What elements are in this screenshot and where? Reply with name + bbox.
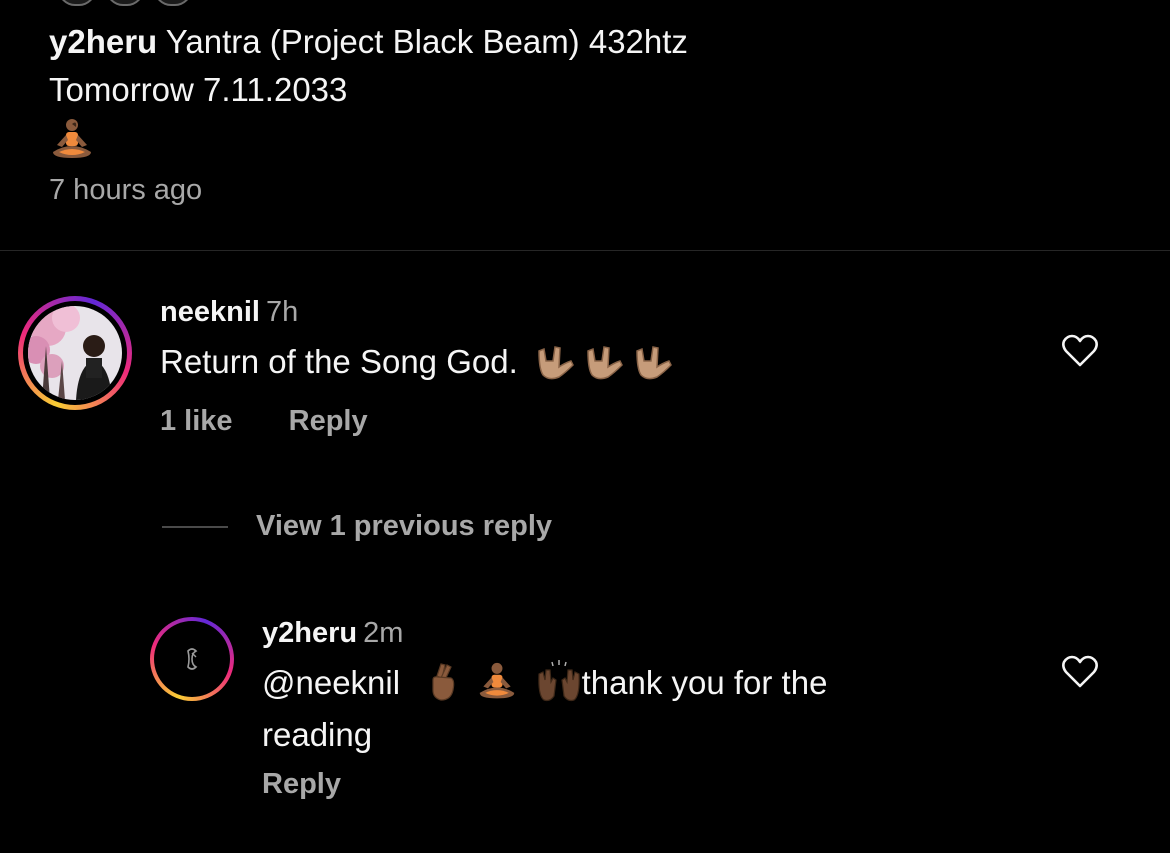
caption-timestamp: 7 hours ago <box>49 174 203 206</box>
avatar <box>106 0 144 6</box>
comment-text-row: Return of the Song God. <box>160 340 683 394</box>
avatar <box>154 0 192 6</box>
caption-line-2: Tomorrow 7.11.2033 <box>49 71 348 108</box>
comment-text: Return of the Song God. <box>160 343 518 380</box>
like-count[interactable]: 1 like <box>160 405 233 437</box>
avatar <box>28 306 122 400</box>
story-ring[interactable] <box>18 296 132 410</box>
liked-by-avatars[interactable] <box>58 0 192 6</box>
comment-timestamp: 7h <box>265 296 299 328</box>
thread-line <box>162 525 228 528</box>
avatar <box>58 0 96 6</box>
caption-username[interactable]: y2heru <box>49 23 157 60</box>
sign-of-the-horns-icon <box>535 341 683 394</box>
reply-timestamp: 2m <box>363 617 404 649</box>
reply-text: @neeknil thank you for the reading <box>262 660 1022 757</box>
heart-outline-icon[interactable] <box>1061 334 1099 368</box>
mention-link[interactable]: @neeknil <box>262 664 400 701</box>
post-caption: y2heru Yantra (Project Black Beam) 432ht… <box>49 18 1129 164</box>
person-in-lotus-position-icon <box>53 119 91 159</box>
reply-body-text-line2: reading <box>262 716 373 753</box>
comment-username[interactable]: neeknil <box>160 296 260 328</box>
avatar <box>158 625 226 693</box>
reply-body-text: thank you for the <box>581 664 828 701</box>
crossed-fingers-icon <box>427 662 459 713</box>
heart-outline-icon[interactable] <box>1061 655 1099 689</box>
view-previous-replies-button[interactable]: View 1 previous reply <box>162 510 552 543</box>
view-replies-label: View 1 previous reply <box>256 510 553 542</box>
person-in-lotus-position-icon <box>474 662 520 713</box>
caption-text: Yantra (Project Black Beam) 432htz <box>165 23 688 60</box>
story-ring[interactable] <box>150 617 234 701</box>
reply-username[interactable]: y2heru <box>262 617 357 649</box>
reply-button[interactable]: Reply <box>289 405 368 437</box>
reply-button[interactable]: Reply <box>262 768 341 800</box>
raising-hands-icon <box>536 660 582 713</box>
divider <box>0 250 1170 251</box>
